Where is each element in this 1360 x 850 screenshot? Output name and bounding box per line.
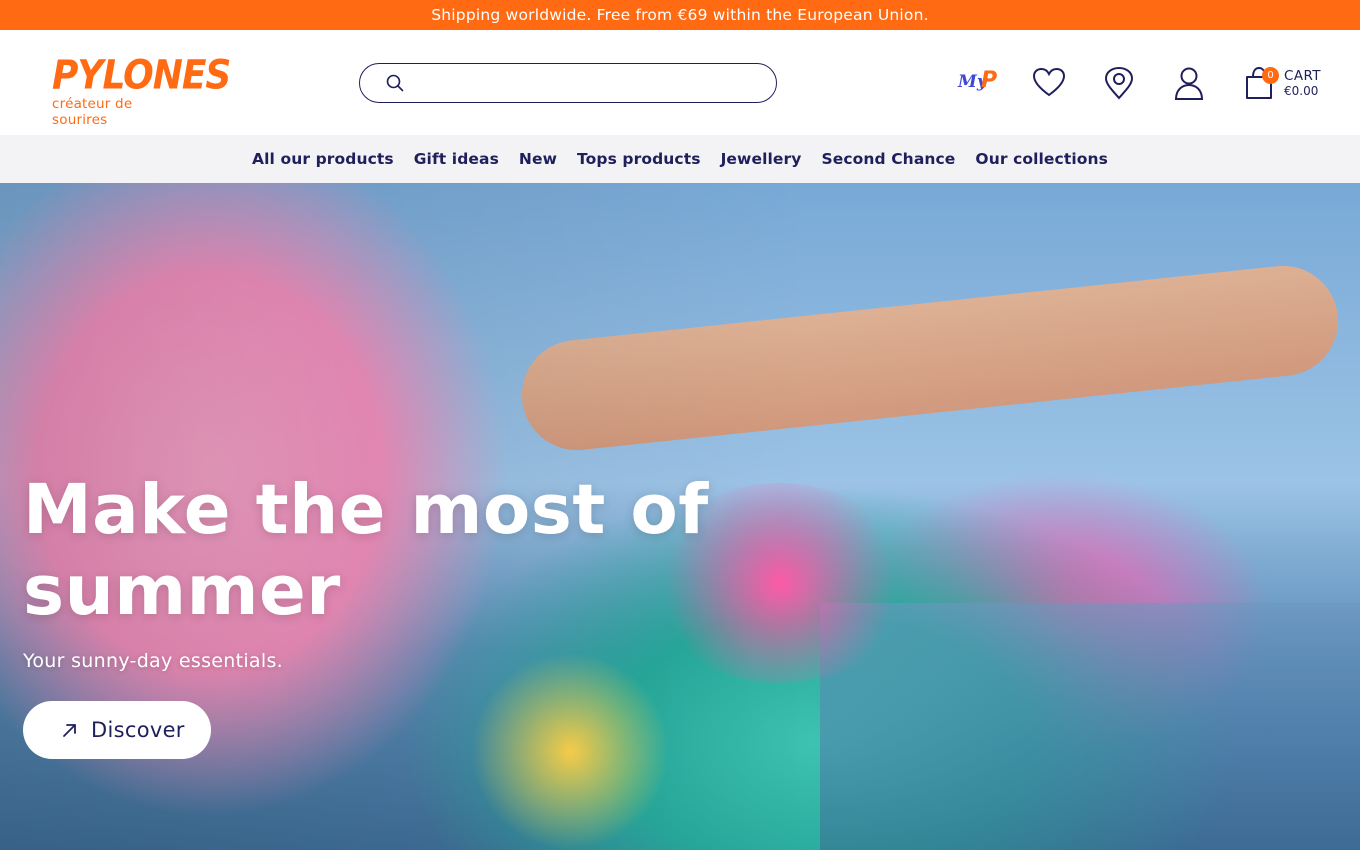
cart-count-badge: 0	[1262, 67, 1279, 84]
search-icon[interactable]	[386, 74, 404, 92]
location-pin-icon[interactable]	[1102, 66, 1136, 100]
my-pylones-p: P	[981, 68, 998, 93]
nav-second-chance[interactable]: Second Chance	[821, 150, 955, 168]
nav-gift-ideas[interactable]: Gift ideas	[414, 150, 499, 168]
search-input[interactable]	[414, 64, 776, 102]
nav-all-products[interactable]: All our products	[252, 150, 394, 168]
nav-tops-products[interactable]: Tops products	[577, 150, 701, 168]
nav-our-collections[interactable]: Our collections	[975, 150, 1108, 168]
arrow-up-right-icon	[63, 724, 76, 737]
hero-title: Make the most of summer	[23, 470, 709, 631]
discover-label: Discover	[91, 718, 185, 742]
site-header: PYLONES créateur de sourires	[0, 30, 1360, 135]
logo-tagline: créateur de sourires	[52, 96, 133, 128]
nav-new[interactable]: New	[519, 150, 557, 168]
cart-label: CART	[1284, 68, 1321, 84]
promo-text: Shipping worldwide. Free from €69 within…	[431, 6, 929, 24]
heart-icon[interactable]	[1032, 66, 1066, 100]
logo-word: PYLONES	[52, 52, 231, 99]
search-bar[interactable]	[359, 63, 777, 103]
cart-total: €0.00	[1284, 84, 1319, 98]
main-nav: All our products Gift ideas New Tops pro…	[0, 135, 1360, 183]
nav-jewellery[interactable]: Jewellery	[721, 150, 802, 168]
discover-button[interactable]: Discover	[23, 701, 211, 759]
hero-banner: Make the most of summer Your sunny-day e…	[0, 183, 1360, 850]
pylones-logo[interactable]: PYLONES créateur de sourires	[52, 52, 231, 128]
user-icon[interactable]	[1172, 66, 1206, 100]
my-pylones-logo[interactable]: My P	[958, 66, 1002, 96]
promo-bar: Shipping worldwide. Free from €69 within…	[0, 0, 1360, 30]
hero-subtitle: Your sunny-day essentials.	[23, 650, 283, 672]
cart-button[interactable]: 0 CART €0.00	[1244, 66, 1334, 102]
